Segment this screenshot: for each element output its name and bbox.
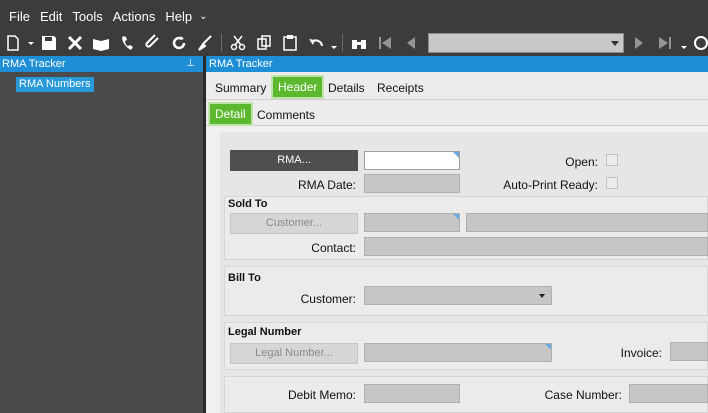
- attach-icon[interactable]: [140, 30, 166, 56]
- required-marker: [545, 344, 551, 350]
- open-label: Open:: [565, 155, 598, 169]
- menu-overflow-icon[interactable]: ⌄: [197, 0, 209, 30]
- open-checkbox[interactable]: [606, 154, 618, 166]
- rma-button[interactable]: RMA...: [230, 150, 358, 171]
- sold-customer-id-field[interactable]: [364, 213, 460, 232]
- main-tabs: Summary Header Details Receipts: [206, 72, 708, 100]
- last-record-icon[interactable]: [652, 30, 678, 56]
- prev-record-icon[interactable]: [398, 30, 424, 56]
- undo-dropdown-icon[interactable]: [329, 30, 339, 56]
- cut-icon[interactable]: [225, 30, 251, 56]
- contact-label: Contact:: [311, 241, 356, 255]
- book-icon[interactable]: [88, 30, 114, 56]
- chevron-down-icon: [611, 41, 619, 46]
- menu-help[interactable]: Help: [160, 0, 197, 30]
- tab-header[interactable]: Header: [271, 75, 325, 99]
- tree-item-rma-numbers[interactable]: RMA Numbers: [16, 77, 94, 92]
- right-panel-title: RMA Tracker: [209, 58, 273, 70]
- auto-print-checkbox[interactable]: [606, 177, 618, 189]
- bill-customer-dropdown[interactable]: [364, 286, 552, 305]
- toolbar-separator: [221, 34, 222, 52]
- form-area: RMA... Open: RMA Date: Auto-Print Ready:…: [220, 132, 708, 413]
- contact-field[interactable]: [364, 237, 708, 256]
- required-marker: [453, 152, 459, 158]
- phone-icon[interactable]: [114, 30, 140, 56]
- copy-icon[interactable]: [251, 30, 277, 56]
- invoice-label: Invoice:: [620, 346, 662, 360]
- right-panel: RMA Tracker Summary Header Details Recei…: [206, 56, 708, 413]
- clock-icon[interactable]: [690, 30, 708, 56]
- sold-to-header: Sold To: [228, 198, 268, 210]
- tab-summary[interactable]: Summary: [215, 78, 266, 98]
- sub-tabs: Detail Comments: [206, 100, 708, 126]
- auto-print-label: Auto-Print Ready:: [503, 178, 598, 192]
- rma-date-field[interactable]: [364, 174, 460, 193]
- left-panel-header: RMA Tracker ⊥: [0, 56, 203, 72]
- refresh-icon[interactable]: [166, 30, 192, 56]
- legal-number-header: Legal Number: [228, 326, 302, 338]
- new-icon[interactable]: [0, 30, 26, 56]
- menu-edit[interactable]: Edit: [35, 0, 67, 30]
- undo-icon[interactable]: [303, 30, 329, 56]
- subtab-comments[interactable]: Comments: [257, 105, 315, 125]
- right-panel-header: RMA Tracker: [206, 56, 708, 72]
- debit-memo-label: Debit Memo:: [287, 388, 356, 402]
- invoice-field[interactable]: [670, 342, 708, 361]
- debit-memo-field[interactable]: [364, 384, 460, 403]
- paste-icon[interactable]: [277, 30, 303, 56]
- chevron-down-icon: [539, 294, 545, 298]
- tab-details[interactable]: Details: [328, 78, 365, 98]
- menu-tools[interactable]: Tools: [67, 0, 107, 30]
- menu-file[interactable]: File: [4, 0, 35, 30]
- clear-icon[interactable]: [192, 30, 218, 56]
- subtab-detail[interactable]: Detail: [208, 102, 253, 126]
- overflow-dropdown-icon[interactable]: [678, 30, 690, 56]
- save-icon[interactable]: [36, 30, 62, 56]
- case-number-field[interactable]: [629, 384, 708, 403]
- required-marker: [453, 214, 459, 220]
- sold-customer-button[interactable]: Customer...: [230, 213, 358, 234]
- bill-customer-label: Customer:: [300, 292, 356, 306]
- next-record-icon[interactable]: [626, 30, 652, 56]
- new-dropdown-icon[interactable]: [26, 30, 36, 56]
- legal-number-button[interactable]: Legal Number...: [230, 343, 358, 364]
- binoculars-icon[interactable]: [346, 30, 372, 56]
- legal-number-field[interactable]: [364, 343, 552, 362]
- left-panel: RMA Tracker ⊥ RMA Numbers: [0, 56, 203, 413]
- tab-receipts[interactable]: Receipts: [377, 78, 424, 98]
- toolbar-separator: [342, 34, 343, 52]
- menu-bar: File Edit Tools Actions Help ⌄: [0, 0, 708, 30]
- delete-icon[interactable]: [62, 30, 88, 56]
- first-record-icon[interactable]: [372, 30, 398, 56]
- menu-actions[interactable]: Actions: [108, 0, 161, 30]
- rma-number-field[interactable]: [364, 151, 460, 170]
- case-number-label: Case Number:: [544, 388, 622, 402]
- rma-date-label: RMA Date:: [297, 178, 356, 192]
- pin-icon[interactable]: ⊥: [186, 56, 195, 72]
- toolbar-right: [626, 30, 708, 56]
- left-panel-title: RMA Tracker: [2, 58, 66, 70]
- bill-to-header: Bill To: [228, 272, 261, 284]
- sold-customer-name-field[interactable]: [466, 213, 708, 232]
- record-navigator-combo[interactable]: [428, 33, 624, 53]
